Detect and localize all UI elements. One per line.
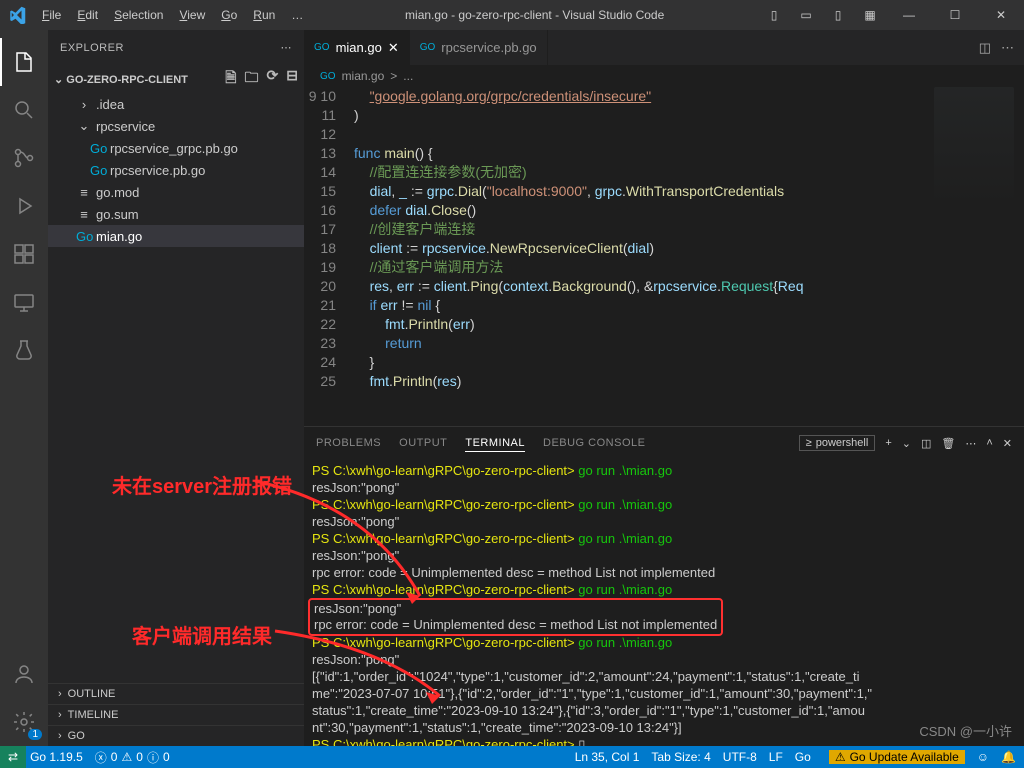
timeline-section[interactable]: › TIMELINE [48,704,304,725]
menu-file[interactable]: FFileile [34,8,69,22]
terminal-split-chevron-icon[interactable]: ⌄ [902,437,911,450]
menu-more[interactable]: … [283,8,311,22]
status-go-update[interactable]: ⚠ Go Update Available [829,750,965,764]
activity-bar: 1 [0,30,48,746]
panel-more-icon[interactable]: ⋯ [965,437,976,450]
status-eol[interactable]: LF [769,750,783,764]
code-editor[interactable]: 9 10 11 12 13 14 15 16 17 18 19 20 21 22… [304,87,1024,426]
vscode-icon [0,6,34,24]
menu-selection[interactable]: Selection [106,8,171,22]
remote-indicator[interactable]: ⇄ [0,746,26,768]
minimize-button[interactable]: — [886,0,932,30]
activity-debug-icon[interactable] [0,182,48,230]
split-terminal-icon[interactable]: ◫ [921,437,931,450]
layout-grid-icon[interactable]: ▦ [854,8,886,22]
tree-file-selected[interactable]: Gomian.go [48,225,304,247]
explorer-sidebar: EXPLORER ⋯ ⌄ GO-ZERO-RPC-CLIENT 🗎 🗀 ⟳ ⊟ … [48,30,304,746]
status-feedback-icon[interactable]: ☺ [977,750,989,764]
refresh-icon[interactable]: ⟳ [267,67,279,91]
close-tab-icon[interactable]: ✕ [388,40,399,56]
go-icon: GO [420,42,436,53]
layout-sidebar-left-icon[interactable]: ▯ [758,8,790,22]
menu-edit[interactable]: Edit [69,8,106,22]
status-indent[interactable]: Tab Size: 4 [651,750,710,764]
activity-remote-icon[interactable] [0,278,48,326]
tab-rpcservice[interactable]: GOrpcservice.pb.go [410,30,548,65]
editor-area: GOmian.go✕ GOrpcservice.pb.go ◫ ⋯ GO mia… [304,30,1024,746]
project-header[interactable]: ⌄ GO-ZERO-RPC-CLIENT 🗎 🗀 ⟳ ⊟ [48,65,304,93]
file-tree: ›.idea ⌄rpcservice Gorpcservice_grpc.pb.… [48,93,304,247]
layout-sidebar-right-icon[interactable]: ▯ [822,8,854,22]
outline-section[interactable]: › OUTLINE [48,683,304,704]
panel-tab-output[interactable]: OUTPUT [399,435,447,451]
collapse-icon[interactable]: ⊟ [286,67,298,91]
panel-close-icon[interactable]: ✕ [1003,437,1012,450]
tree-file[interactable]: ≡go.mod [48,181,304,203]
panel-tab-terminal[interactable]: TERMINAL [465,435,525,452]
new-file-icon[interactable]: 🗎 [225,67,236,91]
explorer-title: EXPLORER [60,42,124,54]
editor-tabs: GOmian.go✕ GOrpcservice.pb.go ◫ ⋯ [304,30,1024,65]
new-terminal-icon[interactable]: + [885,437,891,449]
tree-folder[interactable]: ⌄rpcservice [48,115,304,137]
status-encoding[interactable]: UTF-8 [723,750,757,764]
go-icon: GO [320,71,336,82]
editor-more-icon[interactable]: ⋯ [1001,40,1014,56]
new-folder-icon[interactable]: 🗀 [245,67,259,91]
terminal-shell-picker[interactable]: ≥ powershell [799,435,876,451]
activity-explorer-icon[interactable] [0,38,48,86]
status-cursor[interactable]: Ln 35, Col 1 [575,750,640,764]
title-bar: FFileile Edit Selection View Go Run … mi… [0,0,1024,30]
go-section[interactable]: › GO [48,725,304,746]
status-bar: ⇄ Go 1.19.5 ⓧ 0 ⚠ 0 ⓘ 0 Ln 35, Col 1 Tab… [0,746,1024,768]
panel-maximize-icon[interactable]: ˄ [986,437,992,449]
close-button[interactable]: ✕ [978,0,1024,30]
tab-mian-go[interactable]: GOmian.go✕ [304,30,410,65]
tree-file[interactable]: ≡go.sum [48,203,304,225]
menu-go[interactable]: Go [213,8,245,22]
maximize-button[interactable]: ☐ [932,0,978,30]
explorer-more-icon[interactable]: ⋯ [281,41,293,54]
breadcrumb[interactable]: GO mian.go > ... [304,65,1024,87]
minimap[interactable] [934,87,1014,207]
menu-run[interactable]: Run [245,8,283,22]
panel-tab-debug[interactable]: DEBUG CONSOLE [543,435,645,451]
menu-view[interactable]: View [171,8,213,22]
activity-search-icon[interactable] [0,86,48,134]
status-problems[interactable]: ⓧ 0 ⚠ 0 ⓘ 0 [95,749,170,766]
terminal[interactable]: PS C:\xwh\go-learn\gRPC\go-zero-rpc-clie… [304,459,1024,746]
project-name: GO-ZERO-RPC-CLIENT [66,74,188,86]
split-editor-icon[interactable]: ◫ [979,40,991,56]
activity-testing-icon[interactable] [0,326,48,374]
go-icon: GO [314,42,330,53]
line-gutter: 9 10 11 12 13 14 15 16 17 18 19 20 21 22… [304,87,354,426]
kill-terminal-icon[interactable]: 🗑 [941,437,955,450]
status-bell-icon[interactable]: 🔔 [1001,750,1016,764]
bottom-panel: PROBLEMS OUTPUT TERMINAL DEBUG CONSOLE ≥… [304,426,1024,746]
tree-folder[interactable]: ›.idea [48,93,304,115]
activity-extensions-icon[interactable] [0,230,48,278]
status-language[interactable]: Go [795,750,811,764]
activity-scm-icon[interactable] [0,134,48,182]
tree-file[interactable]: Gorpcservice_grpc.pb.go [48,137,304,159]
activity-settings-icon[interactable]: 1 [0,698,48,746]
menu-bar: FFileile Edit Selection View Go Run … [34,8,311,22]
activity-account-icon[interactable] [0,650,48,698]
status-go-version[interactable]: Go 1.19.5 [30,750,83,764]
tree-file[interactable]: Gorpcservice.pb.go [48,159,304,181]
panel-tab-problems[interactable]: PROBLEMS [316,435,381,451]
window-title: mian.go - go-zero-rpc-client - Visual St… [311,8,758,22]
layout-panel-icon[interactable]: ▭ [790,8,822,22]
